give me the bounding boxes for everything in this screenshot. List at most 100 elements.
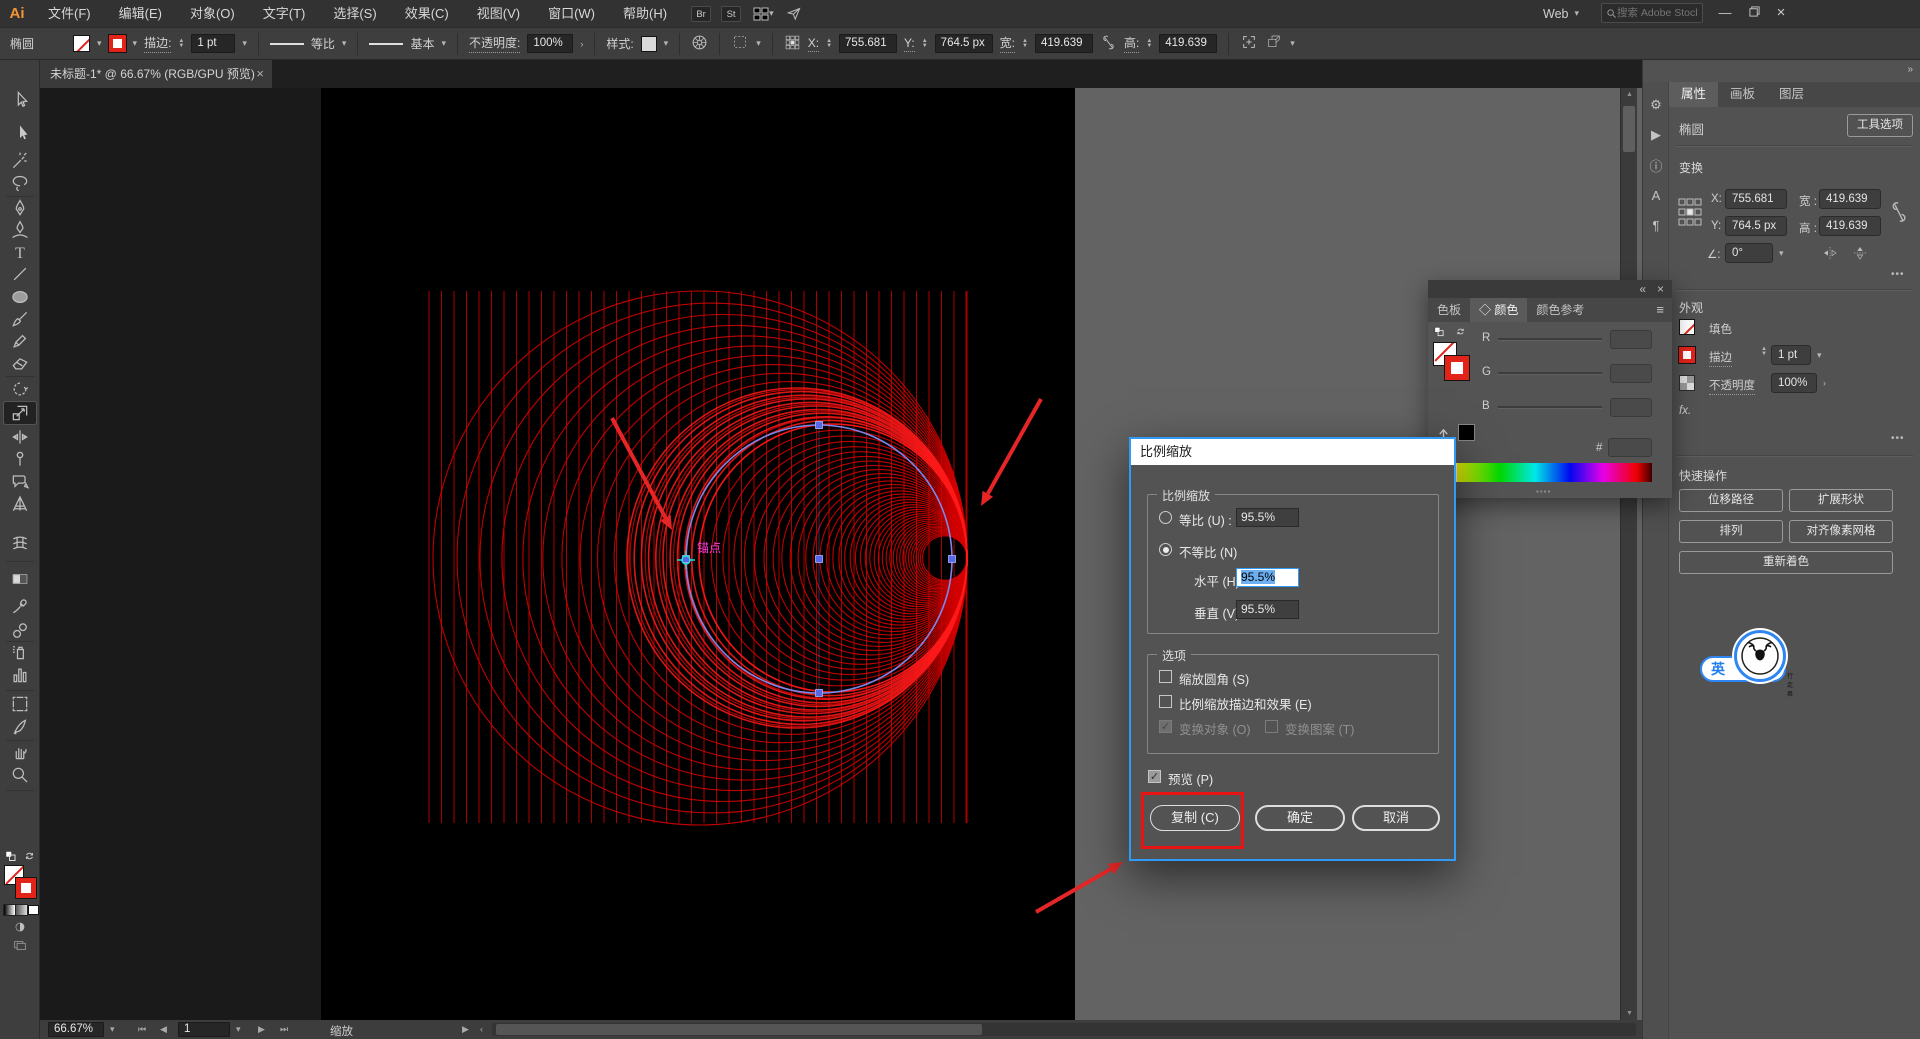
line-segment-tool[interactable] [8,262,32,286]
tab-属性[interactable]: 属性 [1669,82,1718,107]
shaper-tool[interactable] [8,329,32,353]
lasso-tool[interactable] [8,172,32,196]
puppet-warp-tool[interactable] [8,447,32,471]
link-dimensions-icon[interactable] [1100,35,1117,53]
stock-search[interactable] [1601,3,1703,23]
stroke-swatch[interactable] [109,35,126,52]
last-artboard-icon[interactable]: ⏭ [280,1024,288,1035]
r-value-field[interactable] [1610,330,1652,349]
panel-resize-grip[interactable]: ▪▪▪▪ [1536,487,1551,496]
preview-label[interactable]: 预览 (P) [1168,769,1213,788]
drawing-modes-icon[interactable] [12,920,28,934]
menu-item-2[interactable]: 对象(O) [176,0,249,27]
vscroll-thumb[interactable] [1623,106,1635,152]
artboard-tool[interactable] [8,692,32,716]
b-value-field[interactable] [1610,398,1652,417]
flip-vertical-icon[interactable] [1851,245,1869,261]
swap-colors-icon[interactable] [1454,326,1467,337]
paragraph-icon[interactable]: ¶ [1645,214,1667,236]
prev-artboard-icon[interactable]: ◀ [160,1024,167,1035]
color-panel-tab-0[interactable]: 色板 [1428,298,1470,322]
color-spectrum[interactable] [1457,463,1652,482]
horizontal-scrollbar[interactable] [492,1023,1636,1036]
scale-strokes-checkbox[interactable] [1159,695,1172,708]
non-uniform-radio[interactable] [1159,543,1172,556]
gradient-tool[interactable] [8,567,32,591]
badge-br[interactable]: Br [691,6,711,22]
reference-point-locator[interactable] [1677,189,1703,237]
curvature-tool[interactable] [8,218,32,242]
panel-menu-icon[interactable]: ≡ [1656,302,1664,317]
stroke-link-label[interactable]: 描边 [1709,349,1732,367]
last-color-swatch[interactable] [1458,424,1475,441]
fill-color-swatch[interactable] [1679,319,1695,335]
width-field[interactable]: 419.639 [1819,189,1881,209]
ok-button[interactable]: 确定 [1255,805,1345,831]
menu-item-0[interactable]: 文件(F) [34,0,105,27]
b-slider[interactable] [1498,406,1602,409]
scale-strokes-label[interactable]: 比例缩放描边和效果 (E) [1179,694,1312,713]
stroke-weight-field[interactable]: 1 pt [1771,345,1811,365]
stroke-stepper[interactable]: ▲▼ [178,39,184,49]
info-icon[interactable]: ⓘ [1645,154,1667,176]
opacity-field[interactable]: 100% [1771,373,1817,393]
zoom-tool[interactable] [8,763,32,787]
hscroll-thumb[interactable] [496,1024,982,1035]
fx-button[interactable]: fx. [1679,405,1691,417]
play-icon[interactable]: ▶ [1645,124,1667,146]
gradient-mode-icon[interactable] [16,905,27,915]
vertical-scale-field[interactable]: 95.5% [1236,600,1299,619]
opacity-label[interactable]: 不透明度: [469,34,520,53]
style-swatch[interactable] [641,36,657,52]
dialog-title[interactable]: 比例缩放 [1131,439,1454,465]
opacity-link-label[interactable]: 不透明度 [1709,377,1755,395]
width-label[interactable]: 宽: [1000,34,1015,53]
first-artboard-icon[interactable]: ⏮ [138,1024,146,1035]
quick-action-4[interactable]: 对齐像素网格 [1789,520,1893,543]
share-icon[interactable] [786,6,802,21]
menu-item-6[interactable]: 视图(V) [463,0,534,27]
scale-corners-label[interactable]: 缩放圆角 (S) [1179,669,1249,688]
default-swatches-icon[interactable] [1433,326,1445,337]
tab-画板[interactable]: 画板 [1718,82,1767,107]
y-label[interactable]: Y: [904,36,915,52]
restore-button[interactable] [1741,0,1767,26]
blend-tool[interactable] [8,616,32,640]
menu-item-1[interactable]: 编辑(E) [105,0,176,27]
scale-corners-checkbox[interactable] [1159,670,1172,683]
tab-close-icon[interactable]: × [256,60,264,88]
document-tab[interactable]: 未标题-1* @ 66.67% (RGB/GPU 预览) × [40,60,272,88]
color-panel-header[interactable]: « × [1428,280,1672,298]
arrange-documents-icon[interactable]: ▾ [753,7,774,21]
height-label[interactable]: 高: [1124,34,1139,53]
opacity-field[interactable]: 100% [527,34,573,53]
menu-item-3[interactable]: 文字(T) [249,0,320,27]
direct-selection-tool[interactable] [8,121,32,145]
transform-more-options[interactable]: ••• [1891,269,1905,280]
character-icon[interactable]: A [1645,184,1667,206]
rotation-field[interactable]: 0° [1725,243,1773,263]
symbol-sprayer-tool[interactable] [8,640,32,664]
zoom-level-field[interactable]: 66.67% [48,1022,104,1037]
uniform-radio[interactable] [1159,511,1172,524]
quick-action-5[interactable]: 重新着色 [1679,551,1893,574]
selection-tool[interactable] [8,88,32,112]
menu-item-8[interactable]: 帮助(H) [609,0,681,27]
transform-bounds-icon[interactable] [1240,34,1258,53]
x-field[interactable]: 755.681 [839,34,897,53]
stroke-color-swatch[interactable] [1679,347,1695,363]
badge-st[interactable]: St [721,6,741,22]
fill-label[interactable]: 填色 [1709,321,1732,337]
scale-tool-active[interactable] [3,401,37,425]
eyedropper-tool[interactable] [8,594,32,618]
shape-options-icon[interactable] [1265,34,1283,53]
uniform-label[interactable]: 等比 (U) : [1179,510,1232,529]
collapse-panel-icon[interactable]: « [1639,282,1646,296]
collapse-dock-icon[interactable]: » [1907,64,1913,75]
color-panel-tab-1[interactable]: ◇ 颜色 [1470,298,1527,322]
non-uniform-label[interactable]: 不等比 (N) [1179,542,1237,561]
mesh-tool[interactable] [8,531,32,555]
eraser-tool[interactable] [8,351,32,375]
ellipse-tool[interactable] [8,285,32,309]
constrain-proportions-icon[interactable] [1889,199,1909,225]
